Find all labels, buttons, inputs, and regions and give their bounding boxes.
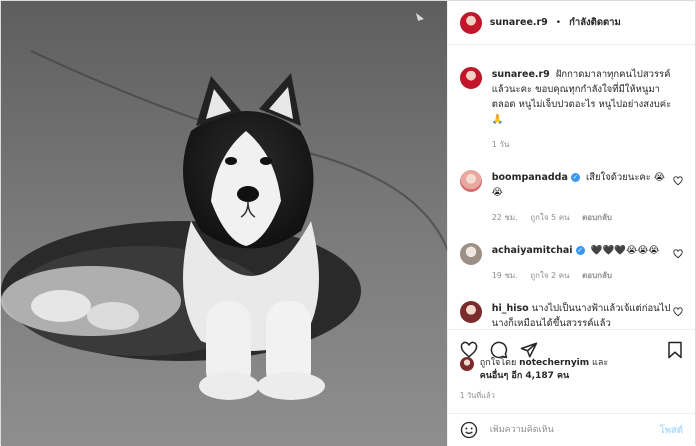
comment-icon[interactable] <box>490 341 508 359</box>
comment-time[interactable]: 19 ชม. <box>492 271 518 280</box>
post-comment-button[interactable]: โพสต์ <box>660 423 683 438</box>
like-comment-heart-icon[interactable] <box>673 176 683 186</box>
like-comment-heart-icon[interactable] <box>673 249 683 259</box>
comment-input[interactable] <box>489 425 648 435</box>
following-button[interactable]: กำลังติดตาม <box>569 15 621 30</box>
heart-icon[interactable] <box>460 341 478 359</box>
caption-time[interactable]: 1 วัน <box>492 140 510 149</box>
post-side-panel: sunaree.r9 • กำลังติดตาม sunaree.r9 ฝักก… <box>446 1 695 446</box>
likes-user[interactable]: notechernyim <box>519 358 589 368</box>
bookmark-icon[interactable] <box>667 341 683 359</box>
header-username[interactable]: sunaree.r9 <box>490 17 548 28</box>
comment-item: hi_hiso นางไปเป็นนางฟ้าแล้วเจ้แต่ก่อนไปน… <box>459 301 683 329</box>
comment-text: 🖤🖤🖤😭😭😭 <box>590 245 660 256</box>
verified-badge-icon: ✓ <box>570 173 580 182</box>
comment-item: boompanadda ✓ เสียใจด้วยนะคะ 😭😭 22 ชม. ถ… <box>459 170 683 225</box>
avatar[interactable] <box>459 357 474 371</box>
reply-button[interactable]: ตอบกลับ <box>582 213 612 222</box>
verified-badge-icon: ✓ <box>575 246 585 255</box>
caption: sunaree.r9 ฝักกาดมาลาทุกคนไปสวรรค์แล้วนะ… <box>459 67 683 152</box>
likes-others[interactable]: คนอื่นๆ อีก 4,187 คน <box>480 371 569 381</box>
avatar[interactable] <box>459 67 482 89</box>
instagram-post: sunaree.r9 • กำลังติดตาม sunaree.r9 ฝักก… <box>0 0 696 446</box>
like-comment-heart-icon[interactable] <box>673 307 683 317</box>
comment-username[interactable]: achaiyamitchai <box>492 245 573 256</box>
comments-list[interactable]: sunaree.r9 ฝักกาดมาลาทุกคนไปสวรรค์แล้วนะ… <box>448 47 695 329</box>
separator-dot: • <box>555 17 562 28</box>
comment-username[interactable]: hi_hiso <box>492 303 529 314</box>
comment-likes[interactable]: ถูกใจ 5 คน <box>530 213 569 222</box>
post-header: sunaree.r9 • กำลังติดตาม <box>447 1 695 45</box>
comment-username[interactable]: boompanadda <box>492 172 568 183</box>
comment-box: โพสต์ <box>447 413 695 446</box>
avatar[interactable] <box>459 170 482 192</box>
emoji-icon[interactable] <box>460 421 478 439</box>
post-photo[interactable] <box>1 1 447 446</box>
share-icon[interactable] <box>520 341 538 359</box>
reply-button[interactable]: ตอบกลับ <box>582 271 612 280</box>
comment-item: achaiyamitchai ✓ 🖤🖤🖤😭😭😭 19 ชม. ถูกใจ 2 ค… <box>459 243 683 283</box>
avatar[interactable] <box>459 11 482 34</box>
comment-likes[interactable]: ถูกใจ 2 คน <box>530 271 569 280</box>
likes-prefix: ถูกใจโดย <box>479 358 517 368</box>
dog-photo-illustration <box>1 1 447 446</box>
avatar[interactable] <box>459 243 482 265</box>
avatar[interactable] <box>459 301 482 323</box>
likes-and: และ <box>592 358 609 368</box>
caption-username[interactable]: sunaree.r9 <box>492 69 550 80</box>
comment-time[interactable]: 22 ชม. <box>492 213 518 222</box>
likes-summary: ถูกใจโดย notechernyim และ คนอื่นๆ อีก 4,… <box>459 357 683 383</box>
post-time[interactable]: 1 วันที่แล้ว <box>460 390 495 402</box>
